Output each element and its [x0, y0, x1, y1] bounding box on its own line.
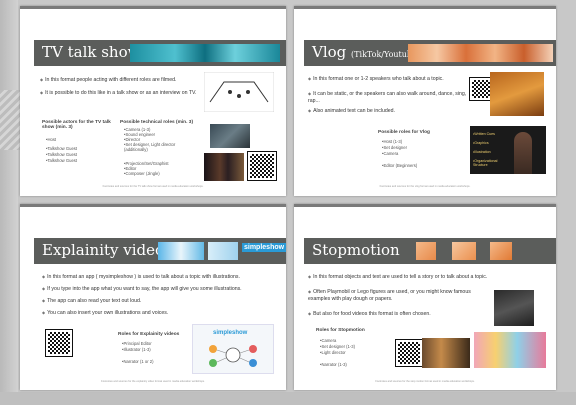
slide-top-line: [20, 204, 286, 207]
bullet-3: But also for food videos this format is …: [308, 311, 494, 318]
vlog-photo: [490, 72, 544, 116]
actor-item: Talkshow Guest: [46, 146, 77, 151]
video-cue-text: Graphics: [473, 141, 488, 145]
slide-banner: Vlog (TikTok/Youtube): [304, 40, 556, 66]
role-item: Host (1-3): [382, 139, 402, 144]
role-item: Editor (Beginners): [382, 163, 417, 168]
interview-photo: [210, 124, 250, 148]
simpleshow-logo: simpleshow: [242, 243, 286, 252]
qr-code[interactable]: [247, 151, 277, 181]
bullet-2: It can be static, or the speakers can al…: [308, 91, 468, 105]
tech-item: Composer (Jingle): [124, 171, 159, 176]
role-item: Illustrator (1-3): [122, 347, 150, 352]
role-item: Set designer: [382, 145, 407, 150]
bullet-2: If you type into the app what you want t…: [42, 286, 278, 293]
slide-explainity[interactable]: Explainity video simpleshow In this form…: [20, 204, 286, 390]
bullet-2: Often Playmobil or Lego figures are used…: [308, 289, 494, 303]
bullet-1: In this format an app ( mysimpleshow ) i…: [42, 274, 278, 281]
bullet-3: Also animated text can be included.: [308, 108, 468, 115]
slide-stopmotion[interactable]: Stopmotion In this format objects and te…: [294, 204, 556, 390]
slide-top-line: [294, 204, 556, 207]
video-cue-text: Written Cues: [473, 132, 495, 136]
stopmotion-still-2: [474, 332, 546, 368]
video-cue-text: Illustration: [473, 150, 490, 154]
tech-item: Set designer, Light director (additional…: [124, 142, 184, 152]
background-left: [0, 0, 18, 405]
slide-footer: Footnotes and sources for the TV talk sh…: [102, 185, 204, 188]
slide-footer: Footnotes and sources for the explainity…: [101, 380, 205, 383]
bullet-1: In this format one or 1-2 speakers who t…: [308, 76, 468, 83]
actor-item: Talkshow Guest: [46, 152, 77, 157]
slide-title: Vlog (TikTok/Youtube): [312, 43, 420, 61]
stopmotion-still-1: [422, 338, 470, 368]
roles-heading: Roles for Stopmotion: [316, 328, 365, 333]
roles-heading: Roles for Explainity videos: [118, 332, 180, 337]
banner-image-strip: [408, 44, 553, 62]
stopmotion-photo: [494, 290, 534, 326]
slide-title: Explainity video: [42, 241, 165, 259]
banner-image-strip: [158, 242, 204, 260]
slide-banner: Explainity video simpleshow: [34, 238, 286, 264]
background-bottom: [0, 392, 576, 405]
slide-top-line: [294, 6, 556, 9]
role-item: Principal Editor: [122, 341, 151, 346]
actor-item: Host: [46, 137, 56, 142]
slide-banner: TV talk show: [34, 40, 286, 66]
actor-item: Talkshow Guest: [46, 158, 77, 163]
slide-footer: Footnotes and sources for the stop motio…: [375, 380, 475, 383]
presenter-video-still: Written Cues Graphics Illustration Organ…: [470, 126, 546, 174]
simpleshow-card: simpleshow: [192, 324, 274, 374]
slide-title: TV talk show: [42, 43, 141, 61]
banner-image-strip: [452, 242, 476, 260]
illustration-icons: [209, 345, 257, 367]
roles-heading: Possible roles for Vlog: [378, 130, 430, 135]
slide-top-line: [20, 6, 286, 9]
simpleshow-card-logo: simpleshow: [213, 330, 248, 336]
qr-code[interactable]: [395, 339, 423, 367]
tech-heading: Possible technical roles (min. 3): [120, 120, 194, 125]
slide-vlog[interactable]: Vlog (TikTok/Youtube) In this format one…: [294, 6, 556, 196]
bullet-1: In this format people acting with differ…: [40, 77, 205, 84]
slide-banner: Stopmotion: [304, 238, 556, 264]
role-item: Narrator (1-3): [320, 362, 346, 367]
banner-image-strip: [490, 242, 512, 260]
slide-title-main: Vlog: [312, 43, 347, 61]
slide-tv-talk-show[interactable]: TV talk show In this format people actin…: [20, 6, 286, 196]
talkshow-photo: [204, 153, 244, 181]
slide-footer: Footnotes and sources for the vlog forma…: [379, 185, 471, 188]
banner-image-strip: [130, 44, 280, 62]
video-cue-text: Organizational Structure: [473, 159, 507, 167]
bullet-1: In this format objects and text are used…: [308, 274, 494, 281]
bullet-2: It is possible to do this like in a talk…: [40, 90, 205, 97]
role-item: Camera: [382, 151, 398, 156]
presenter-figure: [514, 132, 532, 174]
bullet-3: The app can also read your text out loud…: [42, 298, 278, 305]
stage-diagram-image: [204, 72, 274, 112]
role-item: Light director: [320, 350, 345, 355]
qr-code[interactable]: [469, 77, 493, 101]
actors-heading: Possible actors for the TV talk show (mi…: [42, 120, 111, 130]
banner-image-strip: [416, 242, 436, 260]
bullet-4: You can also insert your own illustratio…: [42, 310, 278, 317]
role-item: Narrator (1 or 2): [122, 359, 153, 364]
qr-code[interactable]: [45, 329, 73, 357]
banner-icons: [208, 242, 238, 260]
slide-title: Stopmotion: [312, 241, 400, 259]
role-item: Set designer (1-3): [320, 344, 355, 349]
role-item: Camera: [320, 338, 336, 343]
